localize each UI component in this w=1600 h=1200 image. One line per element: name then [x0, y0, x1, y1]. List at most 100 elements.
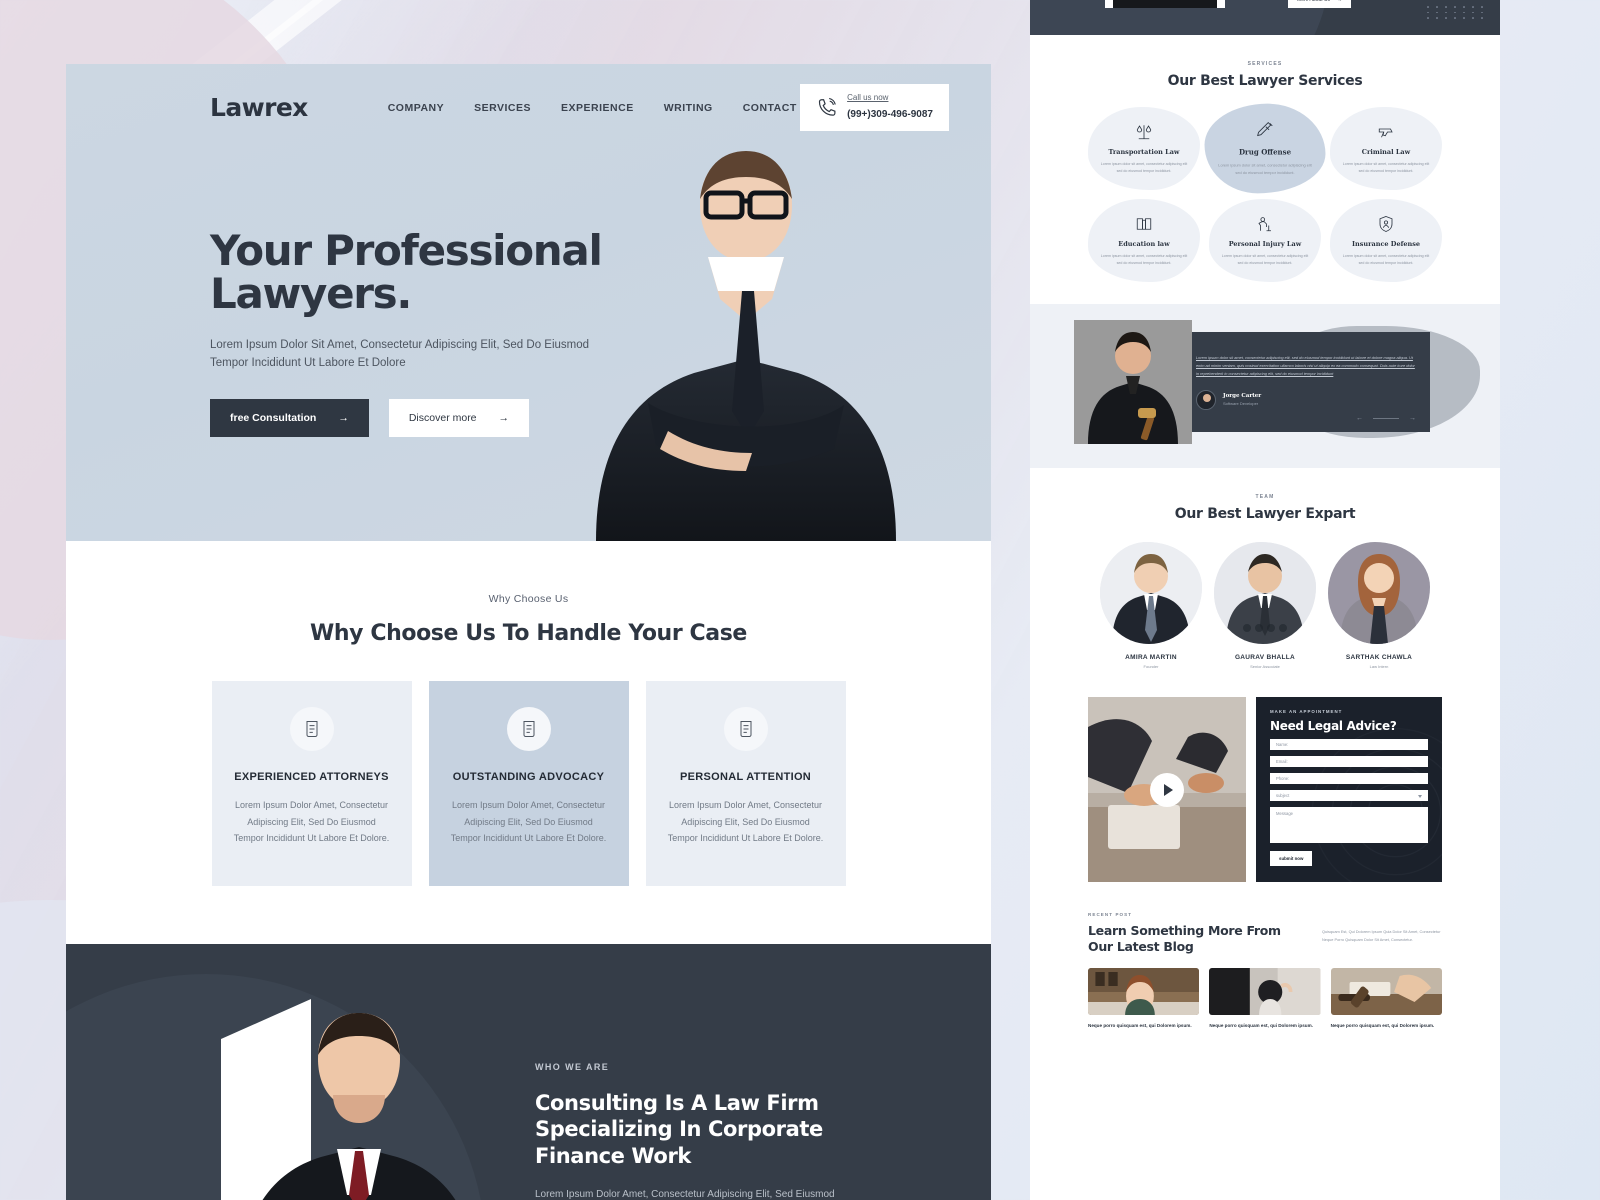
blog-post-image [1209, 968, 1321, 1016]
services-section: SERVICES Our Best Lawyer Services Transp… [1030, 35, 1500, 282]
team-title: Our Best Lawyer Expart [1174, 506, 1356, 522]
hero-subtitle: Lorem Ipsum Dolor Sit Amet, Consectetur … [210, 338, 590, 370]
nav-item-services[interactable]: SERVICES [474, 102, 531, 114]
arrow-right-icon: → [338, 412, 349, 425]
next-arrow-icon[interactable]: → [1409, 415, 1416, 422]
service-title: Insurance Defense [1351, 240, 1421, 249]
service-card-criminal-law[interactable]: Criminal Law Lorem ipsum dolor sit amet,… [1330, 107, 1442, 190]
shield-user-icon [1379, 216, 1393, 232]
phone-field[interactable]: Phone: [1270, 773, 1428, 784]
message-placeholder: Message [1276, 811, 1293, 816]
subject-placeholder: subject [1276, 793, 1290, 798]
free-consultation-button[interactable]: free Consultation → [210, 399, 369, 438]
why-eyebrow: Why Choose Us [488, 593, 569, 605]
team-grid: AMIRA MARTIN Founder GAURAV BHALLA Senio… [1088, 542, 1442, 669]
nav-item-contact[interactable]: CONTACT [743, 102, 797, 114]
service-text: Lorem ipsum dolor sit amet, consectetur … [1218, 163, 1312, 175]
arrow-right-icon: → [498, 412, 510, 425]
logo[interactable]: Lawrex [210, 93, 308, 122]
nav-item-company[interactable]: COMPANY [388, 102, 444, 114]
name-field[interactable]: Name: [1270, 739, 1428, 750]
why-choose-us-section: Why Choose Us Why Choose Us To Handle Yo… [66, 541, 991, 944]
team-eyebrow: TEAM [1255, 494, 1275, 500]
service-card-insurance-defense[interactable]: Insurance Defense Lorem ipsum dolor sit … [1330, 199, 1442, 282]
appointment-section: MAKE AN APPOINTMENT Need Legal Advice? N… [1030, 697, 1500, 882]
more-about-us-button[interactable]: More About Us → [1288, 0, 1352, 8]
team-member-photo [1328, 542, 1430, 644]
instagram-icon [1279, 624, 1287, 632]
service-card-transportation-law[interactable]: Transportation Law Lorem ipsum dolor sit… [1088, 107, 1200, 190]
hero-copy: Your Professional Lawyers. Lorem Ipsum D… [210, 229, 630, 438]
scroll-law-icon [723, 707, 768, 751]
service-text: Lorem ipsum dolor sit amet, consectetur … [1100, 162, 1188, 173]
more-about-us-label: More About Us [1297, 0, 1331, 3]
call-label: Call us now [847, 93, 889, 102]
testimonial-author-role: Software Developer [1223, 401, 1259, 407]
blog-title: Learn Something More From Our Latest Blo… [1088, 923, 1281, 954]
hero-title: Your Professional Lawyers. [210, 229, 630, 316]
injury-person-icon [1258, 217, 1271, 232]
team-section: TEAM Our Best Lawyer Expart AMIRA MARTIN… [1030, 468, 1500, 669]
call-number: (99+)309-496-9087 [847, 109, 933, 120]
gun-icon [1378, 128, 1393, 138]
main-nav: COMPANY SERVICES EXPERIENCE WRITING CONT… [388, 102, 797, 114]
who-we-are-title: Consulting Is A Law Firm Specializing In… [535, 1091, 823, 1168]
subject-select[interactable]: subject [1270, 790, 1428, 801]
blog-header: RECENT POST Learn Something More From Ou… [1088, 912, 1442, 954]
appointment-video[interactable] [1088, 697, 1246, 882]
blog-subtitle: Quisquam Est, Qui Dolorem Ipsum Quia Dol… [1322, 929, 1441, 942]
team-member[interactable]: SARTHAK CHAWLA Law Intern [1328, 542, 1430, 669]
about-photo [1105, 0, 1225, 8]
blog-post-image [1330, 968, 1442, 1016]
blog-title-line2: Our Latest Blog [1088, 938, 1194, 954]
service-text: Lorem ipsum dolor sit amet, consectetur … [1342, 254, 1430, 265]
hero-title-line2: Lawyers. [210, 269, 412, 319]
why-card[interactable]: EXPERIENCED ATTORNEYS Lorem Ipsum Dolor … [211, 681, 412, 886]
service-title: Transportation Law [1108, 148, 1180, 157]
submit-button[interactable]: submit now [1270, 851, 1313, 866]
service-text: Lorem ipsum dolor sit amet, consectetur … [1342, 162, 1430, 173]
divider [1373, 418, 1399, 419]
team-member[interactable]: AMIRA MARTIN Founder [1100, 542, 1202, 669]
team-member-name: AMIRA MARTIN [1125, 654, 1177, 661]
services-grid: Transportation Law Lorem ipsum dolor sit… [1088, 103, 1442, 282]
twitter-icon [1255, 624, 1263, 632]
nav-item-writing[interactable]: WRITING [664, 102, 713, 114]
team-member[interactable]: GAURAV BHALLA Senior Associate [1214, 542, 1316, 669]
team-social-icons[interactable] [1243, 624, 1287, 632]
free-consultation-label: free Consultation [230, 412, 317, 425]
scales-icon [1136, 125, 1152, 140]
blog-section: RECENT POST Learn Something More From Ou… [1030, 912, 1500, 1030]
testimonial-author-block: Jorge Carter Software Developer [1196, 389, 1416, 410]
blog-post[interactable]: Neque porro quisquam est, qui Dolorem ip… [1088, 968, 1200, 1030]
why-card[interactable]: OUTSTANDING ADVOCACY Lorem Ipsum Dolor A… [428, 681, 629, 886]
play-icon[interactable] [1150, 772, 1184, 807]
why-card-title: OUTSTANDING ADVOCACY [452, 771, 605, 783]
service-card-drug-offense[interactable]: Drug Offense Lorem ipsum dolor sit amet,… [1204, 103, 1326, 194]
why-card[interactable]: PERSONAL ATTENTION Lorem Ipsum Dolor Ame… [645, 681, 846, 886]
service-text: Lorem ipsum dolor sit amet, consectetur … [1221, 254, 1309, 265]
email-field[interactable]: Email: [1270, 756, 1428, 767]
book-icon [1136, 218, 1152, 230]
service-card-personal-injury-law[interactable]: Personal Injury Law Lorem ipsum dolor si… [1209, 199, 1321, 282]
team-member-photo [1100, 542, 1202, 644]
who-we-are-text: Lorem Ipsum Dolor Amet, Consectetur Adip… [535, 1188, 835, 1200]
appointment-form: MAKE AN APPOINTMENT Need Legal Advice? N… [1256, 697, 1442, 882]
blog-post[interactable]: Neque porro quisquam est, qui Dolorem ip… [1330, 968, 1442, 1030]
service-text: Lorem ipsum dolor sit amet, consectetur … [1100, 254, 1188, 265]
service-title: Criminal Law [1361, 148, 1411, 157]
phone-placeholder: Phone: [1276, 776, 1290, 781]
call-us-box[interactable]: Call us now (99+)309-496-9087 [800, 84, 949, 131]
blog-post[interactable]: Neque porro quisquam est, qui Dolorem ip… [1209, 968, 1321, 1030]
discover-more-button[interactable]: Discover more → [388, 399, 530, 438]
prev-arrow-icon[interactable]: ← [1356, 415, 1363, 422]
why-card-text: Lorem Ipsum Dolor Amet, Consectetur Adip… [667, 800, 824, 844]
message-textarea[interactable]: Message [1270, 807, 1428, 843]
service-card-education-law[interactable]: Education law Lorem ipsum dolor sit amet… [1088, 199, 1200, 282]
nav-item-experience[interactable]: EXPERIENCE [561, 102, 634, 114]
testimonial-author-name: Jorge Carter [1223, 393, 1262, 400]
service-title: Education law [1118, 240, 1170, 249]
services-eyebrow: SERVICES [1247, 61, 1283, 67]
appointment-title: Need Legal Advice? [1270, 719, 1397, 733]
email-placeholder: Email: [1276, 759, 1288, 764]
